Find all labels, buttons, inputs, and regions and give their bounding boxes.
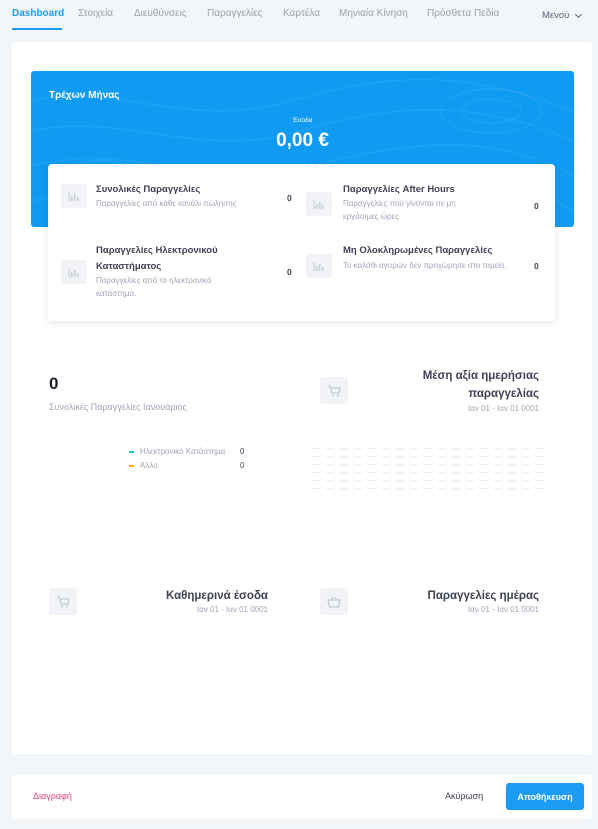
delete-button[interactable]: Διαγραφή (33, 791, 72, 801)
stat-description: Παραγγελίες από κάθε κανάλι πώλησης (96, 199, 237, 208)
daily-orders-title: Παραγγελίες ημέρας (427, 590, 539, 602)
stat-title: Παραγγελίες Ηλεκτρονικού Καταστήματος (96, 245, 218, 272)
dashboard-card: Τρέχων Μήνας Έσοδα 0,00 € Συνολικές Παρα… (12, 42, 592, 754)
daily-revenue-range: Ιαν 01 - Ιαν 01 0001 (196, 605, 268, 614)
tab-dashboard[interactable]: Dashboard (12, 8, 64, 19)
chart-icon (61, 184, 87, 208)
menu-dropdown[interactable]: Μενού (542, 10, 583, 21)
cancel-button[interactable]: Ακύρωση (445, 791, 483, 801)
stat-description: Το καλάθι αγορών δεν προχώρησε στο ταμεί… (343, 261, 507, 270)
tab-details[interactable]: Στοιχεία (78, 8, 113, 19)
chart-icon (61, 260, 87, 284)
legend-marker (129, 450, 134, 453)
tab-addresses[interactable]: Διευθύνσεις (134, 8, 187, 19)
cart-icon (49, 588, 77, 615)
daily-orders-range: Ιαν 01 - Ιαν 01 0001 (467, 605, 539, 614)
tab-card[interactable]: Καρτέλα (283, 8, 320, 19)
stat-value: 0 (287, 267, 292, 277)
tab-monthly-activity[interactable]: Μηνιαία Κίνηση (339, 8, 408, 19)
tab-extra-fields[interactable]: Πρόσθετα Πεδία (427, 8, 499, 19)
chevron-down-icon (575, 10, 583, 18)
order-stats-card: Συνολικές Παραγγελίες Παραγγελίες από κά… (48, 164, 555, 321)
cart-icon (320, 377, 348, 404)
empty-chart-placeholder (312, 448, 544, 494)
stat-value: 0 (287, 193, 292, 203)
stat-value: 0 (534, 201, 539, 211)
form-footer: Διαγραφή Ακύρωση Αποθήκευση (12, 775, 592, 819)
save-button[interactable]: Αποθήκευση (506, 783, 584, 810)
stat-value: 0 (534, 261, 539, 271)
chart-icon (306, 192, 332, 216)
daily-revenue-title: Καθημερινά έσοδα (166, 590, 268, 602)
revenue-value: 0,00 € (276, 130, 329, 151)
avg-daily-title-line1: Μέση αξία ημερήσιας (422, 370, 539, 382)
stat-title: Συνολικές Παραγγελίες (96, 184, 201, 195)
total-orders-value: 0 (49, 374, 59, 393)
tab-orders[interactable]: Παραγγελίες (207, 8, 262, 19)
legend-value: 0 (240, 461, 245, 470)
stat-description: Παραγγελίες από το ηλεκτρονικό κατάστημα… (96, 276, 212, 298)
legend-value: 0 (240, 447, 245, 456)
legend-marker (129, 464, 134, 467)
chart-icon (306, 254, 332, 278)
legend-item-other: Άλλο (129, 461, 158, 470)
legend-label: Ηλεκτρονικό Κατάστημα (140, 447, 226, 456)
menu-label: Μενού (542, 10, 570, 21)
avg-daily-range: Ιαν 01 - Ιαν 01 0001 (467, 404, 539, 413)
active-tab-indicator (12, 28, 62, 30)
avg-daily-order-title: Μέση αξία ημερήσιας παραγγελίας (367, 367, 539, 403)
legend-label: Άλλο (140, 461, 158, 470)
basket-icon (320, 588, 348, 615)
stat-title: Μη Ολοκληρωμένες Παραγγελίες (343, 245, 493, 256)
tab-bar: Dashboard Στοιχεία Διευθύνσεις Παραγγελί… (0, 0, 598, 33)
avg-daily-title-line2: παραγγελίας (468, 388, 539, 400)
legend-item-eshop: Ηλεκτρονικό Κατάστημα (129, 447, 225, 456)
current-month-title: Τρέχων Μήνας (49, 90, 120, 101)
stat-description: Παραγγελίες που γίνονται σε μη εργάσιμες… (343, 199, 456, 221)
revenue-label: Έσοδα (292, 117, 313, 124)
stat-title: Παραγγελίες After Hours (343, 184, 455, 195)
total-orders-label: Συνολικές Παραγγελίες Ιανουάριος (49, 402, 187, 412)
